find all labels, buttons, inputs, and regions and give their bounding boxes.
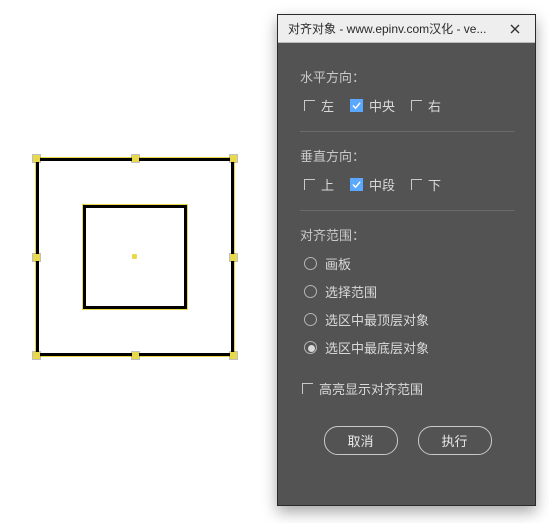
align-bottom-checkbox[interactable]: 下 bbox=[411, 175, 441, 194]
align-left-checkbox[interactable]: 左 bbox=[304, 96, 334, 115]
align-right-label: 右 bbox=[428, 96, 441, 115]
scope-option-artboard[interactable]: 画板 bbox=[304, 254, 515, 273]
divider bbox=[300, 131, 515, 132]
dialog-buttons: 取消 执行 bbox=[300, 426, 515, 455]
radio-icon bbox=[304, 285, 317, 298]
radio-icon bbox=[304, 341, 317, 354]
radio-icon bbox=[304, 313, 317, 326]
selection-handle[interactable] bbox=[230, 352, 237, 359]
scope-option-topmost[interactable]: 选区中最顶层对象 bbox=[304, 310, 515, 329]
dialog-content: 水平方向： 左 中央 右 垂直方向： 上 bbox=[278, 43, 535, 471]
scope-option-label: 选区中最顶层对象 bbox=[325, 310, 429, 329]
highlight-checkbox[interactable]: 高亮显示对齐范围 bbox=[302, 379, 423, 398]
align-middle-label: 中段 bbox=[369, 175, 395, 194]
checkbox-outline-icon bbox=[304, 100, 315, 111]
checkbox-icon bbox=[350, 178, 363, 191]
selection-handle[interactable] bbox=[33, 254, 40, 261]
scope-option-selection[interactable]: 选择范围 bbox=[304, 282, 515, 301]
scope-option-bottommost[interactable]: 选区中最底层对象 bbox=[304, 338, 515, 357]
align-bottom-label: 下 bbox=[428, 175, 441, 194]
dialog-titlebar[interactable]: 对齐对象 - www.epinv.com汉化 - ve... bbox=[278, 15, 535, 43]
align-right-checkbox[interactable]: 右 bbox=[411, 96, 441, 115]
checkbox-outline-icon bbox=[411, 179, 422, 190]
scope-option-label: 画板 bbox=[325, 254, 351, 273]
dialog-title: 对齐对象 - www.epinv.com汉化 - ve... bbox=[288, 20, 501, 37]
scope-option-label: 选择范围 bbox=[325, 282, 377, 301]
vertical-label: 垂直方向： bbox=[300, 146, 515, 165]
align-dialog: 对齐对象 - www.epinv.com汉化 - ve... 水平方向： 左 中… bbox=[277, 14, 536, 506]
selection-handle[interactable] bbox=[33, 352, 40, 359]
scope-label: 对齐范围： bbox=[300, 225, 515, 244]
scope-option-label: 选区中最底层对象 bbox=[325, 338, 429, 357]
highlight-row: 高亮显示对齐范围 bbox=[300, 379, 515, 398]
selection-handle[interactable] bbox=[132, 352, 139, 359]
align-center-label: 中央 bbox=[369, 96, 395, 115]
align-top-label: 上 bbox=[321, 175, 334, 194]
selection-handle[interactable] bbox=[230, 254, 237, 261]
align-left-label: 左 bbox=[321, 96, 334, 115]
selection-handle[interactable] bbox=[33, 155, 40, 162]
checkbox-outline-icon bbox=[304, 179, 315, 190]
close-icon[interactable] bbox=[501, 21, 529, 37]
align-center-checkbox[interactable]: 中央 bbox=[350, 96, 395, 115]
scope-radiogroup: 画板 选择范围 选区中最顶层对象 选区中最底层对象 bbox=[300, 254, 515, 357]
checkbox-outline-icon bbox=[411, 100, 422, 111]
canvas-selection bbox=[28, 150, 243, 365]
align-top-checkbox[interactable]: 上 bbox=[304, 175, 334, 194]
selection-center bbox=[132, 254, 137, 259]
vertical-options: 上 中段 下 bbox=[300, 175, 515, 194]
cancel-button[interactable]: 取消 bbox=[324, 426, 398, 455]
apply-button[interactable]: 执行 bbox=[418, 426, 492, 455]
checkbox-icon bbox=[350, 99, 363, 112]
selection-handle[interactable] bbox=[230, 155, 237, 162]
checkbox-outline-icon bbox=[302, 383, 313, 394]
horizontal-options: 左 中央 右 bbox=[300, 96, 515, 115]
divider bbox=[300, 210, 515, 211]
horizontal-label: 水平方向： bbox=[300, 67, 515, 86]
selection-handle[interactable] bbox=[132, 155, 139, 162]
align-middle-checkbox[interactable]: 中段 bbox=[350, 175, 395, 194]
highlight-label: 高亮显示对齐范围 bbox=[319, 379, 423, 398]
radio-icon bbox=[304, 257, 317, 270]
